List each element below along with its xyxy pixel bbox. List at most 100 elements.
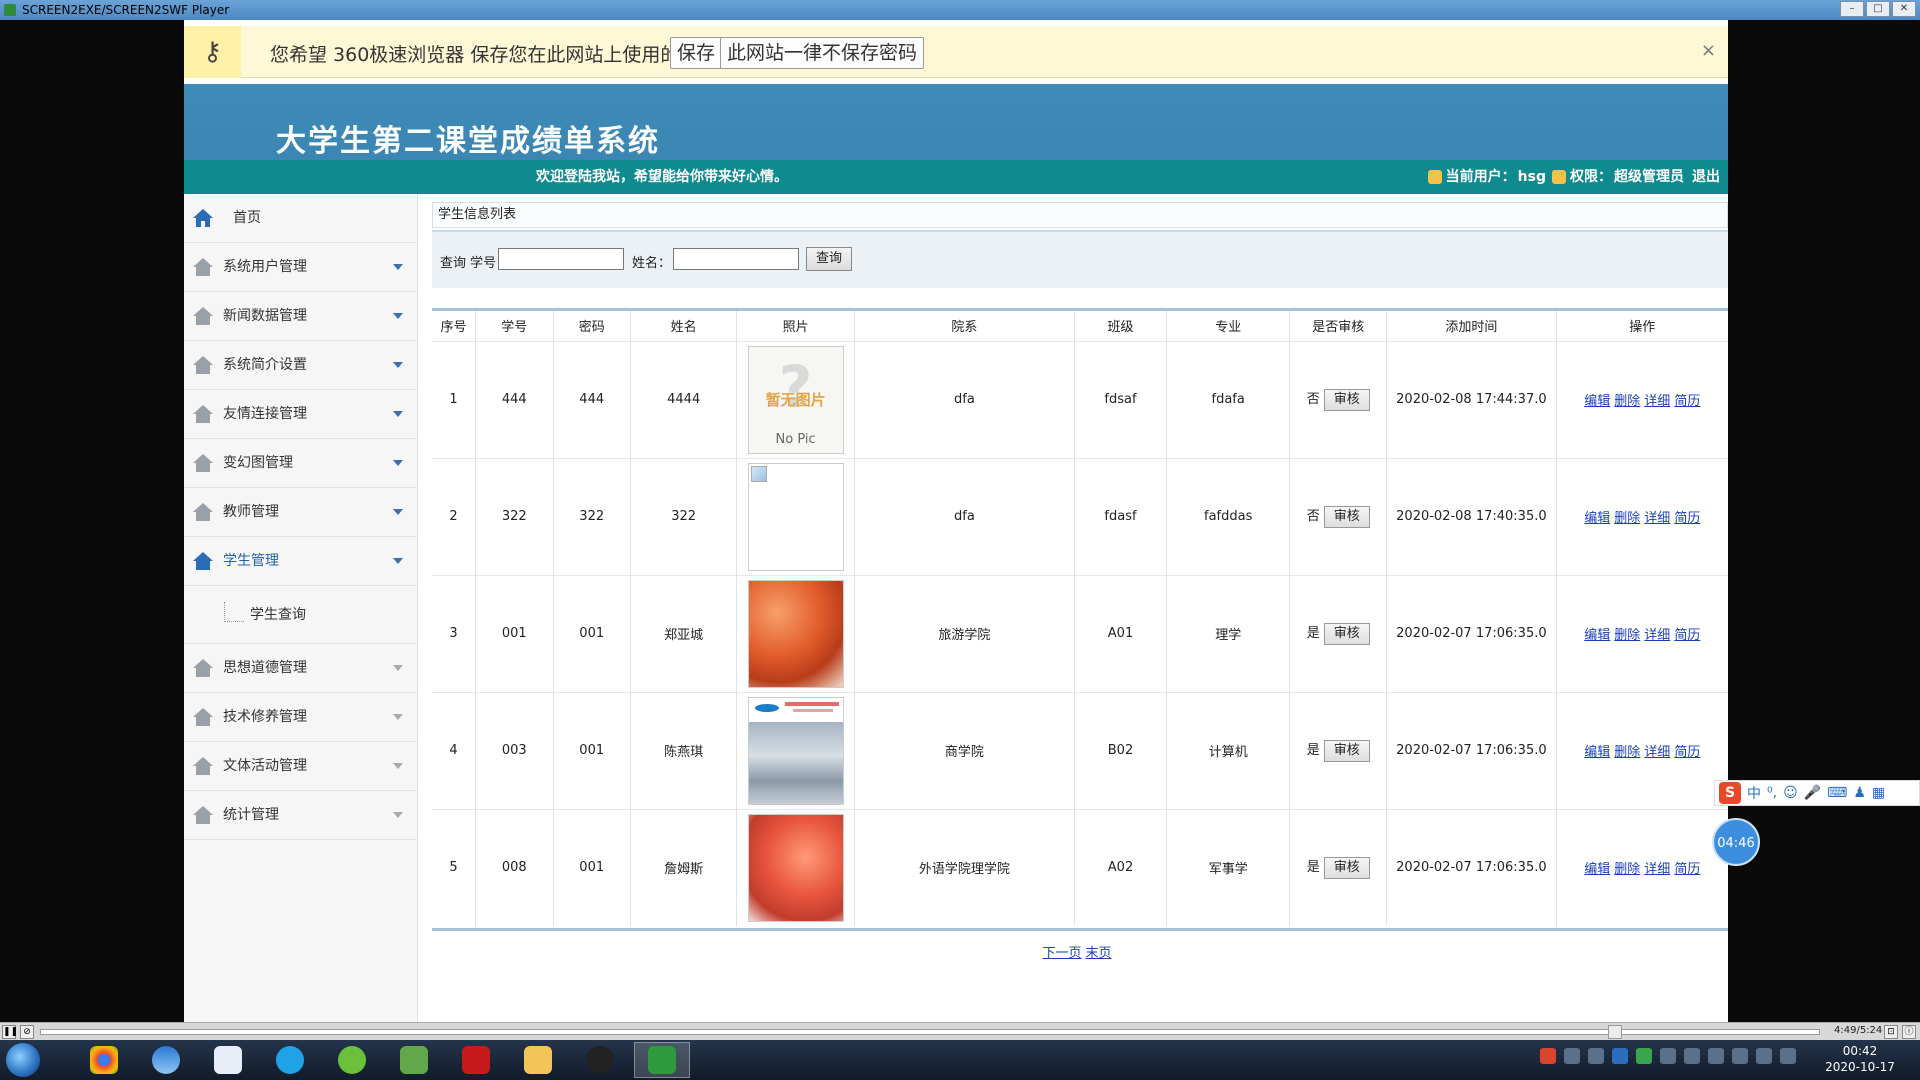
tray-icon[interactable] (1684, 1048, 1700, 1064)
tray-icon[interactable] (1564, 1048, 1580, 1064)
tray-icon[interactable] (1660, 1048, 1676, 1064)
audit-button[interactable]: 审核 (1323, 740, 1370, 762)
delete-link[interactable]: 删除 (1614, 511, 1640, 526)
student-id-input[interactable] (498, 248, 624, 270)
clock[interactable]: 00:42 2020-10-17 (1820, 1043, 1900, 1075)
edit-link[interactable]: 编辑 (1584, 862, 1610, 877)
sidebar-item-links[interactable]: 友情连接管理 (184, 390, 417, 439)
sidebar-subitem-student-query[interactable]: 学生查询 (184, 586, 417, 644)
edit-link[interactable]: 编辑 (1584, 511, 1610, 526)
delete-link[interactable]: 删除 (1614, 394, 1640, 409)
detail-link[interactable]: 详细 (1644, 745, 1670, 760)
delete-link[interactable]: 删除 (1614, 745, 1640, 760)
player-taskbar-icon[interactable] (634, 1042, 690, 1078)
audit-button[interactable]: 审核 (1323, 623, 1370, 645)
detail-link[interactable]: 详细 (1644, 394, 1670, 409)
edit-link[interactable]: 编辑 (1584, 628, 1610, 643)
delete-link[interactable]: 删除 (1614, 628, 1640, 643)
seek-thumb[interactable] (1608, 1025, 1622, 1039)
wechat-icon[interactable] (1636, 1048, 1652, 1064)
next-page-link[interactable]: 下一页 (1042, 946, 1081, 961)
detail-link[interactable]: 详细 (1644, 628, 1670, 643)
skin-icon[interactable]: ♟ (1853, 785, 1866, 801)
logout-link[interactable]: 退出 (1692, 160, 1720, 194)
edit-link[interactable]: 编辑 (1584, 745, 1610, 760)
shield-icon[interactable] (1612, 1048, 1628, 1064)
resume-link[interactable]: 简历 (1674, 745, 1700, 760)
sidebar-item-statistics[interactable]: 统计管理 (184, 791, 417, 840)
audit-button[interactable]: 审核 (1323, 857, 1370, 880)
sidebar-item-teachers[interactable]: 教师管理 (184, 488, 417, 537)
cell-class: A02 (1074, 808, 1167, 926)
network-icon[interactable] (1732, 1048, 1748, 1064)
no-pic-image: ? 暂无图片 No Pic (747, 345, 844, 454)
sidebar-item-label: 技术修养管理 (223, 709, 307, 725)
stop-icon[interactable]: ⊘ (20, 1025, 34, 1039)
sidebar-item-moral[interactable]: 思想道德管理 (184, 644, 417, 693)
leaf-taskbar-icon[interactable] (324, 1042, 380, 1078)
edit-link[interactable]: 编辑 (1584, 394, 1610, 409)
qq-taskbar-icon[interactable] (572, 1042, 628, 1078)
student-table-wrap: 序号 学号 密码 姓名 照片 院系 班级 专业 是否审核 添加时间 操作 1 4… (432, 308, 1728, 931)
resume-link[interactable]: 简历 (1674, 862, 1700, 877)
punctuation-icon[interactable]: ⁰, (1767, 785, 1777, 801)
student-name-input[interactable] (673, 248, 799, 270)
chrome-taskbar-icon[interactable] (76, 1042, 132, 1078)
audit-button[interactable]: 审核 (1323, 506, 1370, 528)
resume-link[interactable]: 简历 (1674, 511, 1700, 526)
close-window-button[interactable]: ✕ (1892, 1, 1916, 17)
chevron-down-icon (393, 313, 403, 319)
folder-taskbar-icon[interactable] (510, 1042, 566, 1078)
volume-icon[interactable] (1756, 1048, 1772, 1064)
sidebar-item-technical[interactable]: 技术修养管理 (184, 693, 417, 742)
mic-icon[interactable]: 🎤 (1804, 785, 1821, 801)
ime-toolbar[interactable]: S 中 ⁰, ☺ 🎤 ⌨ ♟ ▦ (1714, 780, 1920, 806)
sidebar-item-students[interactable]: 学生管理 (184, 537, 417, 586)
save-password-button[interactable]: 保存 (670, 37, 723, 69)
ime-mode[interactable]: 中 (1747, 783, 1761, 803)
cell-dept: dfa (854, 457, 1076, 575)
never-save-password-button[interactable]: 此网站一律不保存密码 (720, 37, 925, 69)
sogou-icon[interactable]: S (1719, 782, 1741, 804)
sidebar-item-activities[interactable]: 文体活动管理 (184, 742, 417, 791)
sidebar-item-news[interactable]: 新闻数据管理 (184, 292, 417, 341)
emoji-icon[interactable]: ☺ (1783, 785, 1798, 801)
close-icon[interactable]: × (1701, 40, 1716, 61)
pause-icon[interactable]: ❚❚ (2, 1025, 18, 1039)
ie-taskbar-icon[interactable] (138, 1042, 194, 1078)
last-page-link[interactable]: 末页 (1086, 946, 1112, 961)
recording-timer[interactable]: 04:46 (1712, 818, 1760, 866)
clock-date: 2020-10-17 (1825, 1060, 1895, 1074)
audit-status: 否 (1306, 392, 1320, 407)
fullscreen-icon[interactable]: ⊡ (1884, 1025, 1898, 1039)
start-button[interactable] (6, 1043, 40, 1077)
sidebar-item-home[interactable]: 首页 (184, 194, 417, 243)
audit-button[interactable]: 审核 (1323, 389, 1370, 411)
action-center-icon[interactable] (1780, 1048, 1796, 1064)
cell-ops: 编辑 删除 详细 简历 (1556, 340, 1728, 458)
maximize-button[interactable]: □ (1866, 1, 1890, 17)
resume-link[interactable]: 简历 (1674, 628, 1700, 643)
sidebar-item-system-users[interactable]: 系统用户管理 (184, 243, 417, 292)
tray-icon[interactable] (1588, 1048, 1604, 1064)
search-button[interactable]: 查询 (806, 247, 852, 271)
cell-name: 郑亚城 (630, 574, 738, 692)
detail-link[interactable]: 详细 (1644, 862, 1670, 877)
browser-360-taskbar-icon[interactable] (262, 1042, 318, 1078)
sogou-tray-icon[interactable] (1540, 1048, 1556, 1064)
keyboard-icon[interactable]: ⌨ (1827, 785, 1847, 801)
detail-link[interactable]: 详细 (1644, 511, 1670, 526)
sidebar-item-slides[interactable]: 变幻图管理 (184, 439, 417, 488)
seek-bar[interactable] (40, 1029, 1820, 1035)
sidebar-item-intro[interactable]: 系统简介设置 (184, 341, 417, 390)
editor-taskbar-icon[interactable] (386, 1042, 442, 1078)
flash-taskbar-icon[interactable] (448, 1042, 504, 1078)
home-icon (193, 552, 213, 570)
minimize-button[interactable]: – (1840, 1, 1864, 17)
delete-link[interactable]: 删除 (1614, 862, 1640, 877)
app-taskbar-icon[interactable] (200, 1042, 256, 1078)
resume-link[interactable]: 简历 (1674, 394, 1700, 409)
info-icon[interactable]: ⓘ (1902, 1025, 1916, 1039)
toolbox-icon[interactable]: ▦ (1872, 785, 1885, 801)
qq-tray-icon[interactable] (1708, 1048, 1724, 1064)
